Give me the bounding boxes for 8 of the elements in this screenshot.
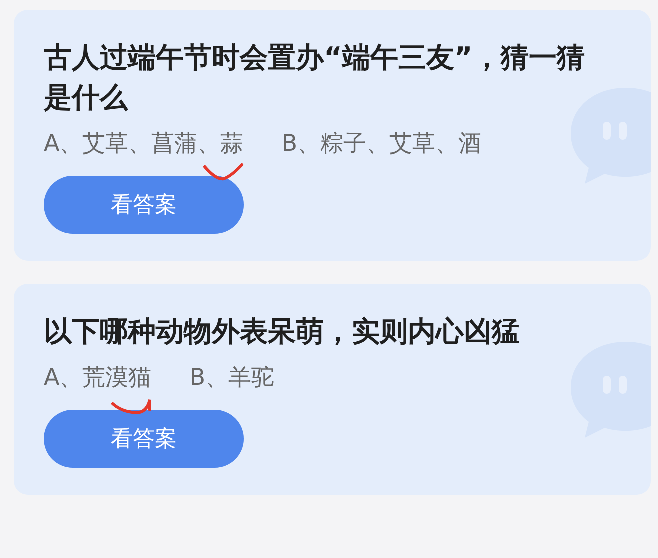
- answer-option: B、粽子、艾草、酒: [282, 128, 482, 160]
- answer-option: A、荒漠猫: [44, 362, 152, 394]
- view-answer-button[interactable]: 看答案: [44, 410, 244, 468]
- question-text: 以下哪种动物外表呆萌，实则内心凶猛: [44, 314, 521, 350]
- view-answer-button[interactable]: 看答案: [44, 176, 244, 234]
- answer-option: A、艾草、菖蒲、蒜: [44, 128, 244, 160]
- question-text: 古人过端午节时会置办“端午三友”，猜一猜是什么: [44, 40, 586, 116]
- answer-option: B、羊驼: [190, 362, 275, 394]
